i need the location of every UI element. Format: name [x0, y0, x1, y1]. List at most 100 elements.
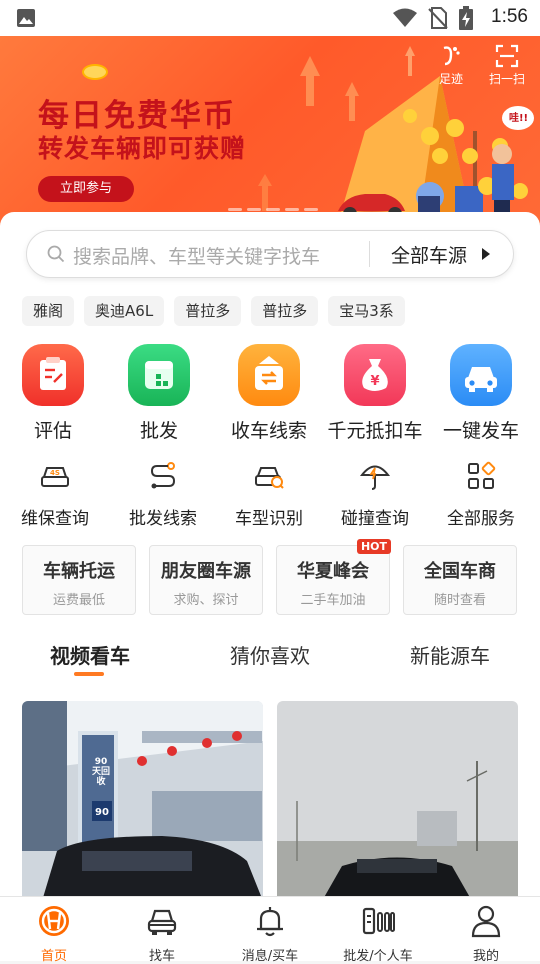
coin-icon	[82, 64, 108, 80]
shortcut-quick-post[interactable]: 一键发车	[428, 344, 534, 443]
hot-tag[interactable]: 普拉多	[251, 296, 319, 326]
grid-icon	[468, 461, 496, 489]
car-front-icon	[147, 909, 177, 935]
tab-label: 视频看车	[50, 644, 130, 668]
triangle-right-icon	[482, 248, 490, 260]
battery-charging-icon	[459, 6, 473, 30]
nav-label: 找车	[148, 949, 175, 964]
tab-video[interactable]: 视频看车	[50, 640, 130, 676]
feature-summit[interactable]: HOT 华夏峰会 二手车加油	[276, 539, 391, 615]
nav-label: 消息/买车	[241, 949, 299, 964]
footprint-icon	[443, 46, 460, 66]
speech-bubble-text: 哇!!	[509, 113, 529, 124]
feature-national-dealers[interactable]: 全国车商 随时查看	[403, 545, 517, 615]
main-content: 搜索品牌、车型等关键字找车 全部车源 雅阁 奥迪A6L 普拉多 普拉多 宝马3系 评估 …	[0, 212, 540, 912]
hot-badge: HOT	[356, 539, 391, 554]
clipboard-icon	[22, 344, 84, 406]
nav-label: 我的	[472, 949, 499, 964]
banner-subtitle: 转发车辆即可获赠	[38, 134, 247, 163]
join-now-button[interactable]: 立即参与	[38, 176, 134, 202]
service-label: 维保查询	[21, 509, 89, 529]
box-icon	[128, 344, 190, 406]
service-model-recognition[interactable]: 车型识别	[216, 460, 322, 529]
home-logo-icon	[39, 906, 69, 936]
search-bar[interactable]: 搜索品牌、车型等关键字找车 全部车源	[26, 230, 514, 278]
service-shortcuts: 4S 维保查询 批发线索 车型识别 碰撞查询 全部服务	[0, 460, 540, 530]
bell-icon	[257, 907, 283, 937]
clock: 1:56	[491, 6, 528, 27]
feature-subtitle: 二手车加油	[300, 593, 366, 608]
feature-title: 全国车商	[424, 561, 496, 582]
money-bag-icon: ¥	[344, 344, 406, 406]
purchase-leads-icon	[238, 344, 300, 406]
shortcut-label: 评估	[33, 420, 72, 442]
image-notification-icon	[17, 9, 35, 27]
status-bar: 1:56	[0, 0, 540, 36]
hot-tag[interactable]: 普拉多	[174, 296, 242, 326]
feature-subtitle: 求购、探讨	[173, 593, 239, 608]
hot-tag[interactable]: 宝马3系	[328, 296, 405, 326]
feature-subtitle: 运费最低	[52, 593, 105, 608]
video-card[interactable]	[277, 701, 518, 901]
nav-label: 首页	[40, 949, 67, 964]
scan-label: 扫一扫	[488, 72, 525, 86]
primary-shortcuts: 评估 批发 收车线索 ¥ 千元抵扣车 一键发车	[0, 344, 540, 444]
video-card[interactable]: 90 90天回收	[22, 701, 263, 901]
content-tabs: 视频看车 猜你喜欢 新能源车	[0, 640, 540, 680]
scan-button[interactable]: 扫一扫	[479, 44, 535, 87]
footprint-button[interactable]: 足迹	[423, 44, 479, 87]
umbrella-icon	[359, 465, 391, 490]
wholesale-icon	[362, 907, 395, 935]
svg-text:¥: ¥	[370, 374, 379, 389]
nav-messages[interactable]: 消息/买车	[216, 897, 324, 964]
hot-search-tags: 雅阁 奥迪A6L 普拉多 普拉多 宝马3系	[22, 296, 415, 326]
promo-banner[interactable]: 每日免费华币 转发车辆即可获赠 立即参与 哇!! 足迹 扫一扫	[0, 36, 540, 226]
feature-title: 车辆托运	[43, 561, 115, 582]
nav-mine[interactable]: 我的	[432, 897, 540, 964]
nav-wholesale-personal[interactable]: 批发/个人车	[324, 897, 432, 964]
tab-new-energy[interactable]: 新能源车	[410, 640, 490, 669]
carousel-indicator	[228, 196, 323, 211]
no-sim-icon	[428, 7, 448, 29]
search-input[interactable]: 搜索品牌、车型等关键字找车	[73, 242, 320, 269]
service-all-services[interactable]: 全部服务	[428, 460, 534, 529]
service-label: 批发线索	[129, 509, 197, 529]
search-icon	[47, 245, 65, 263]
nav-home[interactable]: 首页	[0, 897, 108, 964]
service-collision-query[interactable]: 碰撞查询	[322, 460, 428, 529]
service-label: 全部服务	[447, 509, 515, 529]
feature-moments-sources[interactable]: 朋友圈车源 求购、探讨	[149, 545, 263, 615]
nav-find-car[interactable]: 找车	[108, 897, 216, 964]
footprint-label: 足迹	[438, 72, 463, 86]
bottom-navigation: 首页 找车 消息/买车 批发/个人车 我的	[0, 896, 540, 964]
scan-icon	[495, 44, 519, 68]
shortcut-label: 一键发车	[442, 420, 519, 442]
tab-label: 新能源车	[410, 644, 490, 668]
shortcut-label: 收车线索	[230, 420, 307, 442]
shortcut-evaluate[interactable]: 评估	[0, 344, 106, 443]
feature-vehicle-shipping[interactable]: 车辆托运 运费最低	[22, 545, 136, 615]
shortcut-discount-car[interactable]: ¥ 千元抵扣车	[322, 344, 428, 443]
divider	[369, 241, 370, 267]
service-maintenance-query[interactable]: 4S 维保查询	[2, 460, 108, 529]
hot-tag[interactable]: 雅阁	[22, 296, 75, 326]
svg-text:4S: 4S	[50, 469, 60, 477]
video-thumbnail-showroom: 90	[22, 701, 263, 901]
shortcut-label: 批发	[139, 420, 178, 442]
service-label: 碰撞查询	[341, 509, 409, 529]
tab-recommended[interactable]: 猜你喜欢	[230, 640, 310, 669]
video-thumbnail-outdoor	[277, 701, 518, 901]
shortcut-wholesale[interactable]: 批发	[106, 344, 212, 443]
service-wholesale-leads[interactable]: 批发线索	[110, 460, 216, 529]
car-scan-icon	[255, 467, 284, 489]
car-4s-icon: 4S	[41, 467, 69, 487]
tab-label: 猜你喜欢	[230, 644, 310, 668]
video-sign-text: 90天回收	[92, 757, 111, 787]
service-label: 车型识别	[235, 509, 303, 529]
user-icon	[471, 905, 501, 938]
hot-tag[interactable]: 奥迪A6L	[84, 296, 165, 326]
feature-title: 华夏峰会	[297, 561, 369, 582]
svg-text:90: 90	[95, 807, 109, 818]
source-filter-button[interactable]: 全部车源	[391, 241, 467, 268]
shortcut-purchase-leads[interactable]: 收车线索	[216, 344, 322, 443]
